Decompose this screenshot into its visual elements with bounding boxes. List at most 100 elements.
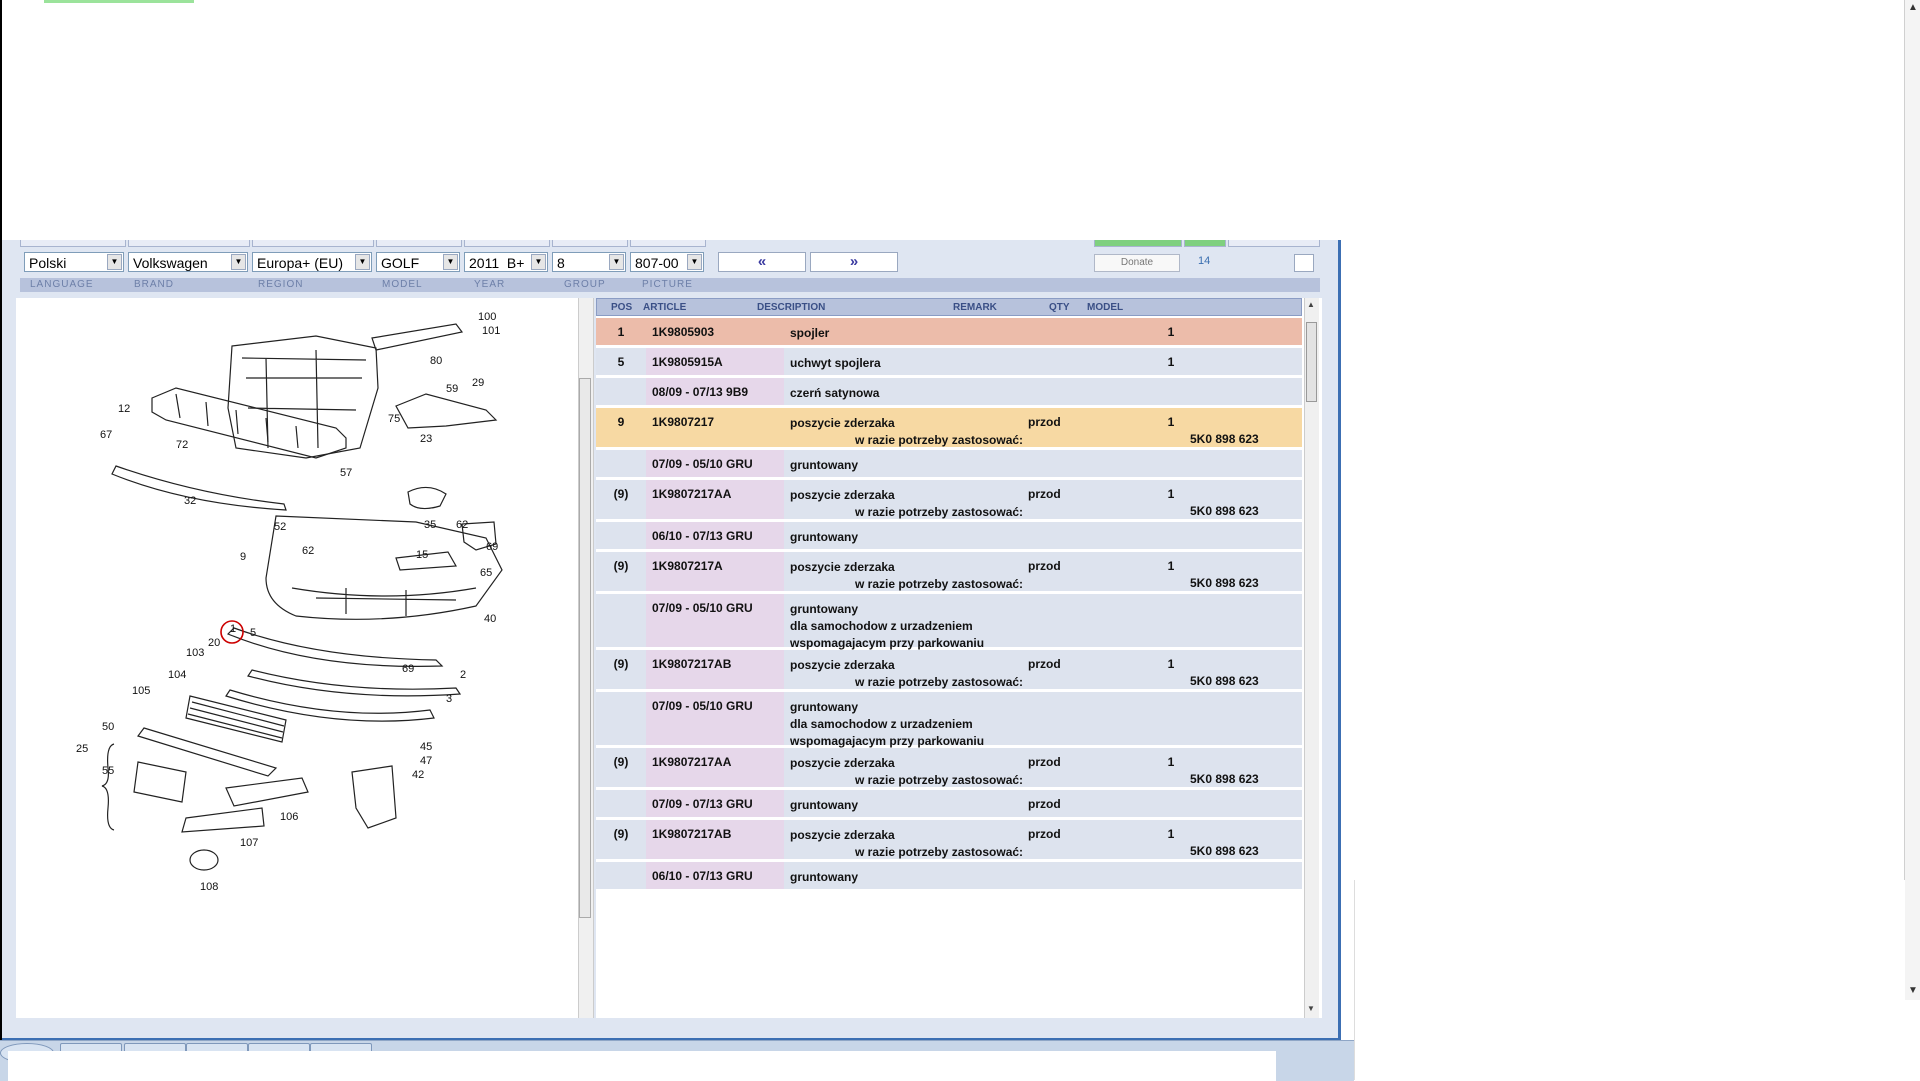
chevron-down-icon[interactable]: ▼ — [107, 254, 122, 270]
donate-button[interactable]: Donate — [1094, 254, 1180, 272]
tab[interactable] — [1184, 240, 1226, 247]
scroll-up-icon[interactable]: ▲ — [1908, 2, 1918, 13]
table-row[interactable]: 07/09 - 05/10 GRU gruntowany dla samochodo… — [596, 692, 1302, 748]
scroll-up-icon[interactable]: ▲ — [1307, 300, 1315, 309]
callout-label[interactable]: 101 — [482, 325, 500, 337]
table-row[interactable]: 9 1K9807217 poszycie zderzaka w razie potrz… — [596, 408, 1302, 450]
table-row[interactable]: 07/09 - 07/13 GRU gruntowany przod — [596, 790, 1302, 820]
model-cell: 5K0 898 623 — [1190, 772, 1259, 786]
callout-label[interactable]: 72 — [176, 439, 188, 451]
callout-label[interactable]: 55 — [102, 765, 114, 777]
tab[interactable] — [1094, 240, 1182, 247]
callout-label[interactable]: 20 — [208, 637, 220, 649]
callout-label[interactable]: 5 — [250, 627, 256, 639]
callout-label[interactable]: 12 — [118, 403, 130, 415]
callout-label[interactable]: 67 — [100, 429, 112, 441]
callout-label[interactable]: 23 — [420, 433, 432, 445]
previous-button[interactable]: « — [718, 252, 806, 272]
callout-label[interactable]: 105 — [132, 685, 150, 697]
callout-label[interactable]: 69 — [486, 541, 498, 553]
picture-select[interactable]: 807-00 ▼ — [630, 252, 704, 272]
callout-label[interactable]: 103 — [186, 647, 204, 659]
callout-label[interactable]: 80 — [430, 355, 442, 367]
model-cell: 5K0 898 623 — [1190, 432, 1259, 446]
table-row[interactable]: (9) 1K9807217AA poszycie zderzaka w razie p… — [596, 480, 1302, 522]
callout-label[interactable]: 42 — [412, 769, 424, 781]
parts-diagram[interactable]: 100 101 80 29 59 12 75 67 72 23 57 32 52 35 62 9 62 69 15 6… — [16, 298, 576, 1018]
chevron-down-icon[interactable]: ▼ — [687, 254, 702, 270]
callout-label[interactable]: 62 — [456, 519, 468, 531]
tab[interactable] — [376, 240, 462, 247]
table-row[interactable]: 06/10 - 07/13 GRU gruntowany — [596, 862, 1302, 892]
tab[interactable] — [630, 240, 706, 247]
language-select[interactable]: Polski ▼ — [24, 252, 124, 272]
callout-label[interactable]: 75 — [388, 413, 400, 425]
tab[interactable] — [252, 240, 374, 247]
table-row[interactable]: (9) 1K9807217AB poszycie zderzaka w razie p… — [596, 820, 1302, 862]
scroll-down-icon[interactable]: ▼ — [1908, 985, 1918, 996]
scroll-thumb[interactable] — [579, 378, 591, 918]
callout-label[interactable]: 106 — [280, 811, 298, 823]
header-description: DESCRIPTION — [757, 302, 826, 313]
next-button[interactable]: » — [810, 252, 898, 272]
chevron-down-icon[interactable]: ▼ — [355, 254, 370, 270]
callout-label[interactable]: 52 — [274, 521, 286, 533]
callout-label[interactable]: 50 — [102, 721, 114, 733]
chevron-down-icon[interactable]: ▼ — [609, 254, 624, 270]
tab[interactable] — [20, 240, 126, 247]
table-row[interactable]: 06/10 - 07/13 GRU gruntowany — [596, 522, 1302, 552]
callout-label[interactable]: 3 — [446, 693, 452, 705]
table-row[interactable]: 5 1K9805915A uchwyt spojlera 1 — [596, 348, 1302, 378]
callout-label[interactable]: 35 — [424, 519, 436, 531]
callout-label[interactable]: 45 — [420, 741, 432, 753]
chevron-down-icon[interactable]: ▼ — [531, 254, 546, 270]
parts-diagram-svg[interactable]: 10010180295912756772 23573252 35 629 62 69156… — [16, 298, 576, 1018]
callout-label[interactable]: 9 — [240, 551, 246, 563]
callout-label[interactable]: 29 — [472, 377, 484, 389]
callout-label[interactable]: 1 — [230, 623, 236, 635]
tab[interactable] — [1228, 240, 1320, 247]
browser-scrollbar[interactable]: ▲ ▼ — [1904, 0, 1920, 1000]
table-row[interactable]: (9) 1K9807217AB poszycie zderzaka w razie p… — [596, 650, 1302, 692]
remark-cell — [1028, 378, 1128, 405]
callout-label[interactable]: 65 — [480, 567, 492, 579]
table-scrollbar[interactable]: ▲ ▼ — [1304, 298, 1319, 1018]
parts-table: POS ARTICLE DESCRIPTION REMARK QTY MODEL… — [596, 298, 1322, 1018]
region-select[interactable]: Europa+ (EU) ▼ — [252, 252, 372, 272]
table-row[interactable]: (9) 1K9807217A poszycie zderzaka w razie po… — [596, 552, 1302, 594]
callout-label[interactable]: 62 — [302, 545, 314, 557]
year-select[interactable]: 2011 B+ ▼ — [464, 252, 548, 272]
scroll-thumb[interactable] — [1306, 322, 1317, 402]
callout-label[interactable]: 47 — [420, 755, 432, 767]
tab[interactable] — [464, 240, 550, 247]
table-row[interactable]: (9) 1K9807217AA poszycie zderzaka w razie p… — [596, 748, 1302, 790]
table-row[interactable]: 07/09 - 05/10 GRU gruntowany — [596, 450, 1302, 480]
callout-label[interactable]: 2 — [460, 669, 466, 681]
callout-label[interactable]: 57 — [340, 467, 352, 479]
chevron-down-icon[interactable]: ▼ — [443, 254, 458, 270]
callout-label[interactable]: 59 — [446, 383, 458, 395]
table-row[interactable]: 07/09 - 05/10 GRU gruntowany dla samochodo… — [596, 594, 1302, 650]
callout-label[interactable]: 107 — [240, 837, 258, 849]
callout-label[interactable]: 108 — [200, 881, 218, 893]
diagram-scrollbar[interactable] — [576, 298, 594, 1018]
callout-label[interactable]: 15 — [416, 549, 428, 561]
group-select[interactable]: 8 ▼ — [552, 252, 626, 272]
callout-label[interactable]: 32 — [184, 495, 196, 507]
callout-label[interactable]: 40 — [484, 613, 496, 625]
small-input[interactable] — [1294, 254, 1314, 272]
table-row[interactable]: 08/09 - 07/13 9B9 czerń satynowa — [596, 378, 1302, 408]
tab-strip — [20, 240, 1320, 248]
remark-cell — [1028, 594, 1128, 647]
tab[interactable] — [552, 240, 628, 247]
brand-select[interactable]: Volkswagen ▼ — [128, 252, 248, 272]
model-select[interactable]: GOLF ▼ — [376, 252, 460, 272]
scroll-down-icon[interactable]: ▼ — [1307, 1004, 1315, 1013]
callout-label[interactable]: 69 — [402, 663, 414, 675]
callout-label[interactable]: 25 — [76, 743, 88, 755]
callout-label[interactable]: 104 — [168, 669, 186, 681]
table-row[interactable]: 1 1K9805903 spojler 1 — [596, 318, 1302, 348]
chevron-down-icon[interactable]: ▼ — [231, 254, 246, 270]
tab[interactable] — [128, 240, 250, 247]
callout-label[interactable]: 100 — [478, 311, 496, 323]
